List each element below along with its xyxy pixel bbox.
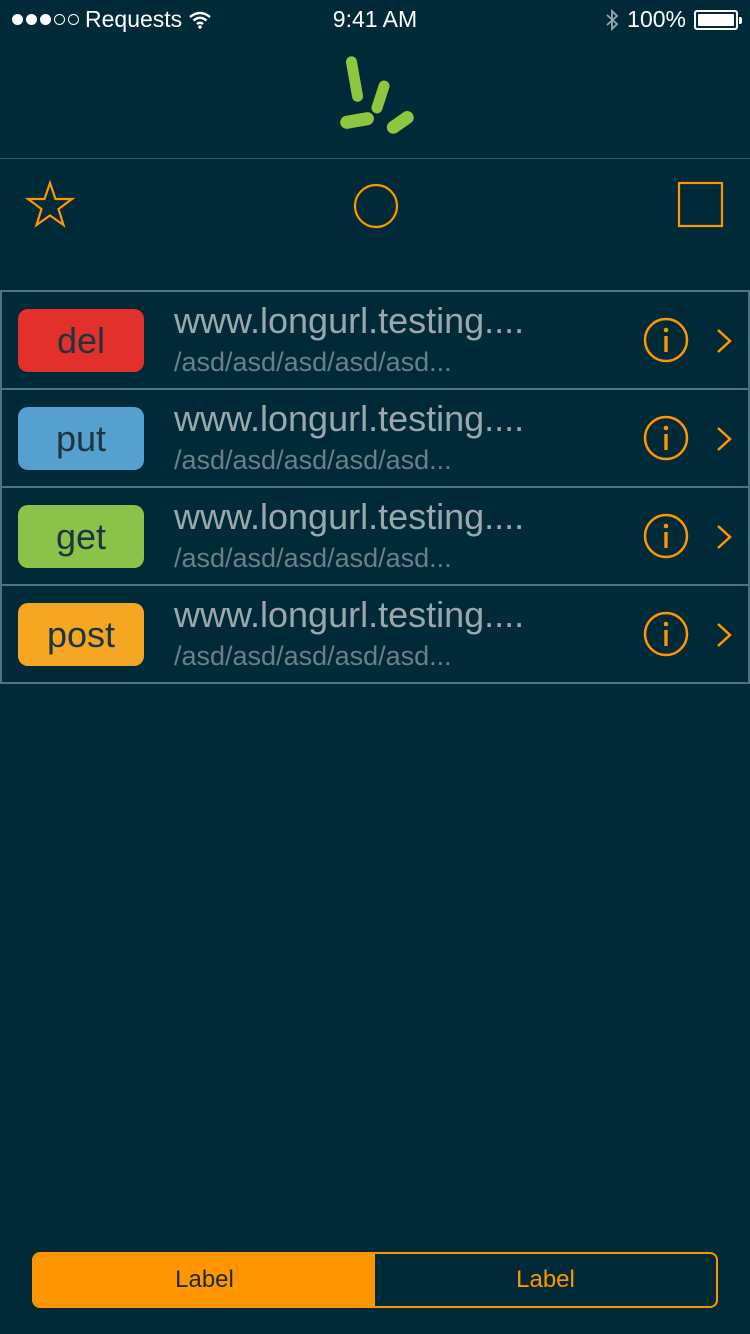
request-path: /asd/asd/asd/asd/asd... — [174, 641, 452, 671]
status-right: 100% — [605, 6, 742, 33]
method-badge: get — [18, 505, 144, 568]
request-row-del[interactable]: del www.longurl.testing.... /asd/asd/asd… — [0, 290, 750, 388]
app-logo-icon — [340, 56, 414, 134]
request-url: www.longurl.testing.... — [174, 496, 525, 537]
method-badge: post — [18, 603, 144, 666]
request-url: www.longurl.testing.... — [174, 398, 525, 439]
info-icon[interactable] — [642, 316, 690, 364]
circle-icon — [353, 183, 399, 229]
segmented-control: Label Label — [32, 1252, 718, 1308]
request-path: /asd/asd/asd/asd/asd... — [174, 445, 452, 475]
square-icon — [677, 181, 724, 228]
favorites-button[interactable] — [22, 178, 78, 234]
request-url: www.longurl.testing.... — [174, 594, 525, 635]
method-badge: put — [18, 407, 144, 470]
chevron-right-icon[interactable] — [712, 522, 736, 552]
request-path: /asd/asd/asd/asd/asd... — [174, 347, 452, 377]
segment-option-2[interactable]: Label — [375, 1254, 716, 1306]
status-bar: Requests 9:41 AM 100% — [0, 0, 750, 40]
info-icon[interactable] — [642, 512, 690, 560]
info-icon[interactable] — [642, 610, 690, 658]
info-icon[interactable] — [642, 414, 690, 462]
request-row-post[interactable]: post www.longurl.testing.... /asd/asd/as… — [0, 584, 750, 684]
star-icon — [24, 179, 76, 228]
stop-button[interactable] — [674, 178, 730, 234]
method-badge: del — [18, 309, 144, 372]
battery-icon — [694, 9, 742, 30]
header-divider — [0, 158, 750, 159]
chevron-right-icon[interactable] — [712, 620, 736, 650]
battery-percent: 100% — [627, 6, 686, 32]
request-row-get[interactable]: get www.longurl.testing.... /asd/asd/asd… — [0, 486, 750, 584]
request-url: www.longurl.testing.... — [174, 300, 525, 341]
chevron-right-icon[interactable] — [712, 424, 736, 454]
request-row-put[interactable]: put www.longurl.testing.... /asd/asd/asd… — [0, 388, 750, 486]
chevron-right-icon[interactable] — [712, 326, 736, 356]
segment-option-1[interactable]: Label — [34, 1254, 375, 1306]
request-list: del www.longurl.testing.... /asd/asd/asd… — [0, 290, 750, 684]
request-path: /asd/asd/asd/asd/asd... — [174, 543, 452, 573]
bluetooth-icon — [606, 8, 619, 31]
record-button[interactable] — [348, 178, 404, 234]
